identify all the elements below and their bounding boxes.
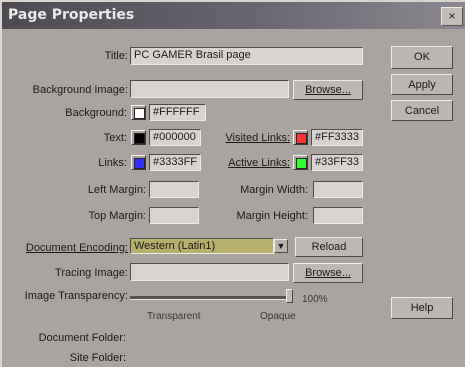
transparency-slider-handle[interactable] <box>286 289 293 303</box>
title-label: Title: <box>104 50 128 62</box>
document-encoding-label-text: Document Encoding: <box>25 242 128 254</box>
text-label: Text: <box>103 132 127 144</box>
active-links-color-input[interactable]: #33FF33 <box>311 154 363 171</box>
tracing-image-input[interactable] <box>130 263 289 281</box>
margin-height-label: Margin Height: <box>236 210 308 222</box>
dialog-title: Page Properties <box>8 7 135 23</box>
left-margin-input[interactable] <box>149 181 199 198</box>
visited-links-color-fill <box>296 133 307 144</box>
background-image-input[interactable] <box>130 80 289 98</box>
image-transparency-label: Image Transparency: <box>24 290 128 302</box>
transparent-caption: Transparent <box>147 311 201 322</box>
transparency-percent: 100% <box>302 294 328 305</box>
document-encoding-label: Document Encoding: <box>8 242 128 254</box>
cancel-button[interactable]: Cancel <box>391 100 453 121</box>
left-margin-label: Left Margin: <box>87 184 146 196</box>
background-label: Background: <box>65 107 127 119</box>
transparency-slider-track[interactable] <box>130 296 286 300</box>
tracing-image-browse-button[interactable]: Browse... <box>293 263 363 283</box>
links-color-swatch[interactable] <box>131 155 146 170</box>
background-color-input[interactable]: #FFFFFF <box>149 104 206 121</box>
close-icon[interactable]: × <box>441 7 463 26</box>
ok-button[interactable]: OK <box>391 46 453 69</box>
page-properties-dialog: Page Properties × Title: PC GAMER Brasil… <box>0 0 465 367</box>
top-margin-input[interactable] <box>149 207 199 224</box>
background-color-swatch[interactable] <box>131 105 146 120</box>
background-color-fill <box>134 108 145 119</box>
active-links-color-swatch[interactable] <box>293 155 308 170</box>
margin-width-label: Margin Width: <box>240 184 308 196</box>
document-encoding-select[interactable]: Western (Latin1) <box>130 238 274 254</box>
text-color-input[interactable]: #000000 <box>149 129 201 146</box>
visited-links-label-text: Visited Links: <box>225 132 290 144</box>
active-links-color-fill <box>296 158 307 169</box>
active-links-label-text: Active Links: <box>228 157 290 169</box>
document-folder-label: Document Folder: <box>38 332 126 344</box>
site-folder-label: Site Folder: <box>69 352 126 364</box>
title-bar[interactable]: Page Properties × <box>2 2 465 29</box>
apply-button[interactable]: Apply <box>391 74 453 95</box>
visited-links-color-input[interactable]: #FF3333 <box>311 129 363 146</box>
margin-width-input[interactable] <box>313 181 363 198</box>
tracing-image-label: Tracing Image: <box>55 267 128 279</box>
links-color-fill <box>134 158 145 169</box>
visited-links-color-swatch[interactable] <box>293 130 308 145</box>
links-label: Links: <box>98 157 127 169</box>
reload-button[interactable]: Reload <box>295 237 363 257</box>
margin-height-input[interactable] <box>313 207 363 224</box>
background-image-label: Background Image: <box>32 84 128 96</box>
background-image-browse-button[interactable]: Browse... <box>293 80 363 100</box>
visited-links-label: Visited Links: <box>202 132 290 144</box>
text-color-swatch[interactable] <box>131 130 146 145</box>
help-button[interactable]: Help <box>391 297 453 319</box>
title-input[interactable]: PC GAMER Brasil page <box>130 47 363 65</box>
chevron-down-icon[interactable]: ▼ <box>274 239 288 253</box>
opaque-caption: Opaque <box>260 311 296 322</box>
links-color-input[interactable]: #3333FF <box>149 154 201 171</box>
top-margin-label: Top Margin: <box>88 210 146 222</box>
text-color-fill <box>134 133 145 144</box>
active-links-label: Active Links: <box>202 157 290 169</box>
